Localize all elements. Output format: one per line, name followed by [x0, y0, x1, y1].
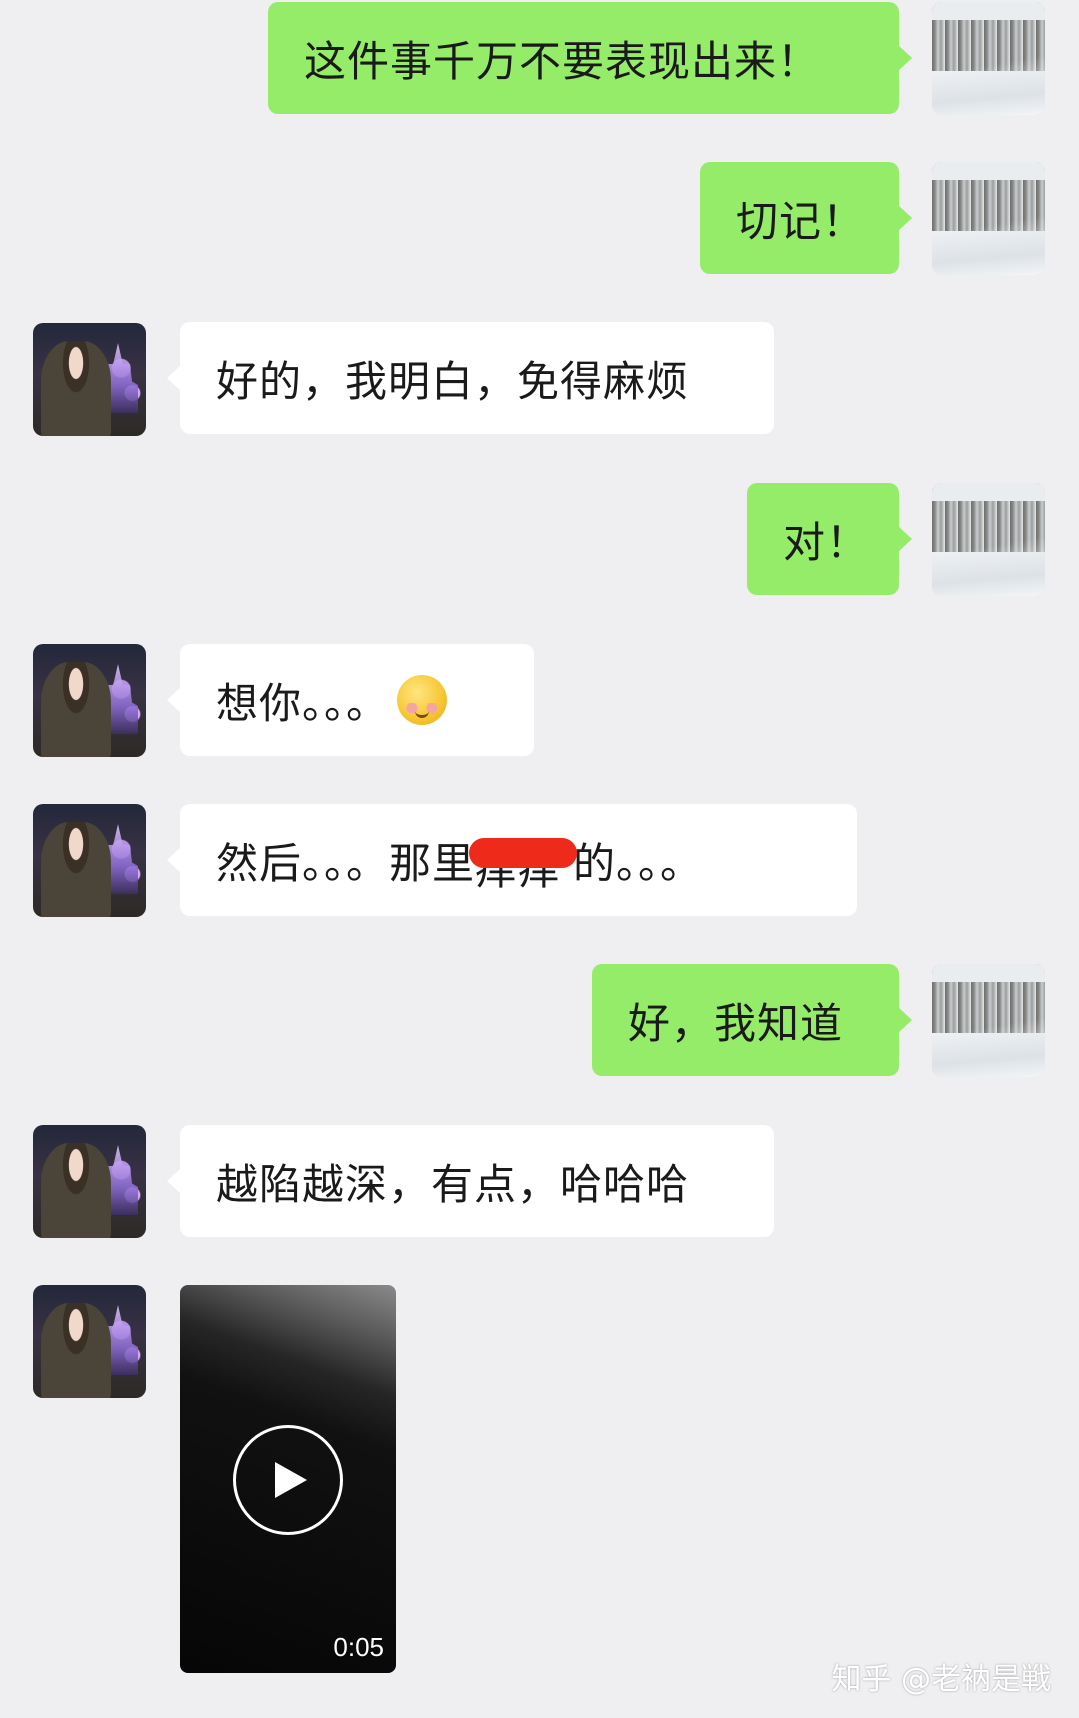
contact-avatar[interactable] — [33, 1285, 146, 1398]
message-text: 对！ — [783, 517, 870, 567]
zhihu-watermark: 知乎 @老衲是戦 — [831, 1654, 1051, 1698]
message-text: 好，我知道 — [628, 998, 844, 1048]
my-avatar[interactable] — [932, 162, 1045, 275]
outgoing-message-bubble[interactable]: 这件事千万不要表现出来！ — [268, 2, 912, 114]
red-scribble-redaction: 痒痒 — [469, 836, 578, 894]
my-avatar[interactable] — [932, 483, 1045, 596]
play-button[interactable] — [233, 1425, 343, 1535]
redacted-text: 痒痒 — [475, 845, 562, 894]
blushing-smiley-icon — [397, 675, 448, 725]
message-text-after: 的。。。 — [573, 838, 704, 888]
incoming-message-bubble[interactable]: 越陷越深，有点，哈哈哈 — [167, 1125, 774, 1237]
my-avatar[interactable] — [932, 2, 1045, 115]
incoming-message-bubble[interactable]: 好的，我明白，免得麻烦 — [167, 322, 774, 434]
person-picture — [41, 1303, 111, 1398]
message-text: 切记！ — [736, 196, 866, 246]
my-avatar[interactable] — [932, 964, 1045, 1077]
person-picture — [41, 822, 111, 917]
person-picture — [41, 662, 111, 757]
person-picture — [41, 341, 111, 436]
outgoing-message-bubble[interactable]: 好，我知道 — [592, 964, 912, 1076]
video-duration: 0:05 — [333, 1632, 384, 1662]
video-message[interactable]: 0:05 — [180, 1285, 396, 1673]
contact-avatar[interactable] — [33, 804, 146, 917]
incoming-message-bubble[interactable]: 想你。。。 — [167, 644, 534, 756]
contact-avatar[interactable] — [33, 1125, 146, 1238]
message-text-before: 然后。。。那里 — [216, 838, 476, 888]
message-text: 越陷越深，有点，哈哈哈 — [216, 1159, 690, 1209]
play-icon — [275, 1462, 307, 1498]
contact-avatar[interactable] — [33, 644, 146, 757]
outgoing-message-bubble[interactable]: 切记！ — [700, 162, 912, 274]
message-text: 想你。。。 — [216, 678, 390, 728]
incoming-message-bubble[interactable]: 然后。。。那里 痒痒 的。。。 — [167, 804, 857, 916]
contact-avatar[interactable] — [33, 323, 146, 436]
person-picture — [41, 1143, 111, 1238]
message-text: 这件事千万不要表现出来！ — [304, 36, 821, 86]
outgoing-message-bubble[interactable]: 对！ — [747, 483, 912, 595]
watermark-text: 知乎 @老衲是戦 — [831, 1662, 1051, 1697]
message-text: 好的，我明白，免得麻烦 — [216, 356, 690, 406]
